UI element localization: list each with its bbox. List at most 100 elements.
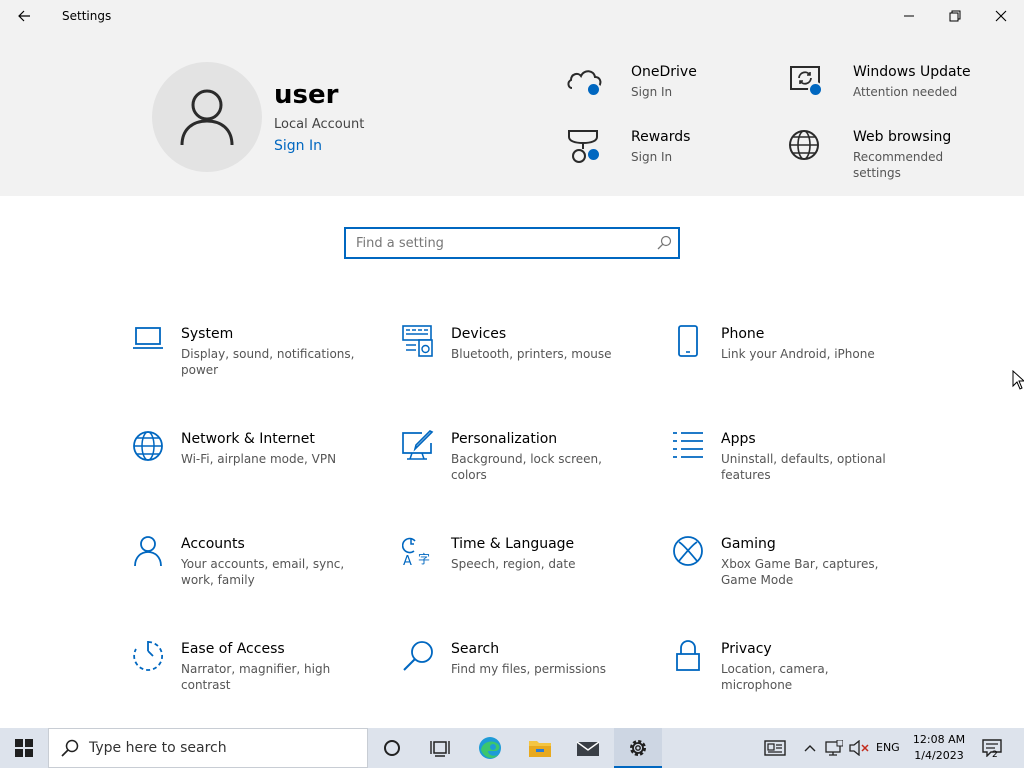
category-description: Bluetooth, printers, mouse [451, 347, 612, 361]
cortana-button[interactable] [368, 728, 416, 768]
web-browsing-title: Web browsing [853, 129, 952, 145]
back-arrow-icon [18, 10, 30, 22]
web-browsing-item[interactable]: Web browsing Recommended settings [788, 129, 988, 180]
input-language-indicator[interactable]: ENG [876, 741, 900, 754]
mail-envelope-icon [576, 741, 600, 756]
news-icon [764, 740, 786, 756]
rewards-status-dot [586, 147, 601, 162]
speaker-muted-icon [849, 740, 869, 756]
personalization-icon [401, 430, 435, 464]
category-description: Your accounts, email, sync, work, family [181, 557, 345, 587]
close-button[interactable] [978, 0, 1024, 32]
search-icon[interactable] [656, 235, 672, 251]
category-description: Wi-Fi, airplane mode, VPN [181, 452, 337, 466]
category-apps[interactable]: Apps Uninstall, defaults, optional featu… [671, 430, 911, 510]
taskbar-search-box[interactable]: Type here to search [48, 728, 368, 768]
onedrive-title: OneDrive [631, 64, 697, 80]
time-language-icon: A 字 [401, 535, 435, 569]
globe-icon [131, 430, 165, 464]
show-hidden-icons-button[interactable] [802, 728, 818, 768]
chevron-up-icon [804, 745, 816, 752]
category-ease-of-access[interactable]: Ease of Access Narrator, magnifier, high… [131, 640, 371, 720]
category-description: Link your Android, iPhone [721, 347, 875, 361]
category-personalization[interactable]: Personalization Background, lock screen,… [401, 430, 641, 510]
category-title: Accounts [181, 536, 245, 552]
category-devices[interactable]: Devices Bluetooth, printers, mouse [401, 325, 641, 405]
network-monitor-icon [825, 740, 843, 756]
update-status-dot [808, 82, 823, 97]
restore-button[interactable] [932, 0, 978, 32]
cortana-circle-icon [384, 740, 400, 756]
onedrive-subtitle: Sign In [631, 85, 673, 99]
windows-logo-icon [15, 739, 33, 757]
onedrive-status-dot [586, 82, 601, 97]
network-tray-button[interactable] [824, 728, 844, 768]
category-time-language[interactable]: A 字 Time & Language Speech, region, date [401, 535, 641, 615]
svg-text:A: A [403, 554, 412, 567]
gear-icon [630, 740, 646, 756]
action-center-button[interactable] [980, 728, 1004, 768]
search-icon [401, 640, 435, 674]
rewards-title: Rewards [631, 129, 691, 145]
person-icon [131, 535, 165, 569]
minimize-button[interactable] [886, 0, 932, 32]
category-description: Find my files, permissions [451, 662, 606, 676]
task-view-button[interactable] [416, 728, 464, 768]
news-widget-button[interactable] [762, 728, 788, 768]
lock-icon [671, 640, 705, 674]
ease-of-access-icon [131, 640, 165, 674]
settings-search-box[interactable] [344, 227, 680, 259]
category-privacy[interactable]: Privacy Location, camera, microphone [671, 640, 911, 720]
avatar[interactable] [152, 62, 262, 172]
category-description: Background, lock screen, colors [451, 452, 602, 482]
category-gaming[interactable]: Gaming Xbox Game Bar, captures, Game Mod… [671, 535, 911, 615]
clock-time: 12:08 AM [912, 733, 966, 746]
category-search[interactable]: Search Find my files, permissions [401, 640, 641, 720]
devices-icon [401, 325, 435, 359]
back-button[interactable] [8, 4, 40, 28]
edge-app-button[interactable] [466, 728, 514, 768]
notification-count-badge: 2 [992, 750, 998, 760]
rewards-item[interactable]: Rewards Sign In [566, 129, 766, 179]
windows-update-title: Windows Update [853, 64, 971, 80]
folder-icon [529, 741, 551, 757]
settings-search-input[interactable] [346, 229, 646, 257]
category-system[interactable]: System Display, sound, notifications, po… [131, 325, 371, 405]
taskbar: Type here to search ENG 12:08 AM 1/4/202… [0, 728, 1024, 768]
close-icon [995, 10, 1007, 22]
category-title: Search [451, 641, 500, 657]
globe-icon [788, 129, 828, 169]
start-button[interactable] [0, 728, 48, 768]
category-description: Narrator, magnifier, high contrast [181, 662, 331, 692]
mail-app-button[interactable] [564, 728, 612, 768]
windows-update-subtitle: Attention needed [853, 85, 958, 99]
category-description: Uninstall, defaults, optional features [721, 452, 886, 482]
user-name: user [274, 80, 339, 110]
minimize-icon [904, 15, 914, 17]
onedrive-item[interactable]: OneDrive Sign In [566, 64, 766, 114]
category-description: Location, camera, microphone [721, 662, 829, 692]
account-header: user Local Account Sign In OneDrive Sign… [0, 32, 1024, 196]
category-title: Phone [721, 326, 765, 342]
category-description: Display, sound, notifications, power [181, 347, 355, 377]
category-title: Gaming [721, 536, 776, 552]
volume-tray-button[interactable] [848, 728, 870, 768]
category-phone[interactable]: Phone Link your Android, iPhone [671, 325, 911, 405]
windows-update-item[interactable]: Windows Update Attention needed [788, 64, 988, 114]
rewards-trophy-icon [566, 129, 606, 169]
category-network-internet[interactable]: Network & Internet Wi-Fi, airplane mode,… [131, 430, 371, 510]
category-title: Ease of Access [181, 641, 285, 657]
account-sign-in-link[interactable]: Sign In [274, 138, 322, 154]
clock[interactable]: 12:08 AM 1/4/2023 [906, 732, 972, 764]
clock-date: 1/4/2023 [914, 749, 964, 762]
category-description: Xbox Game Bar, captures, Game Mode [721, 557, 879, 587]
restore-icon [949, 10, 961, 22]
settings-app-button[interactable] [614, 728, 662, 768]
category-title: Time & Language [451, 536, 575, 552]
user-avatar-icon [180, 89, 234, 146]
file-explorer-button[interactable] [516, 728, 564, 768]
category-title: System [181, 326, 234, 342]
title-bar: Settings [0, 0, 1024, 32]
category-accounts[interactable]: Accounts Your accounts, email, sync, wor… [131, 535, 371, 615]
apps-list-icon [671, 430, 705, 464]
